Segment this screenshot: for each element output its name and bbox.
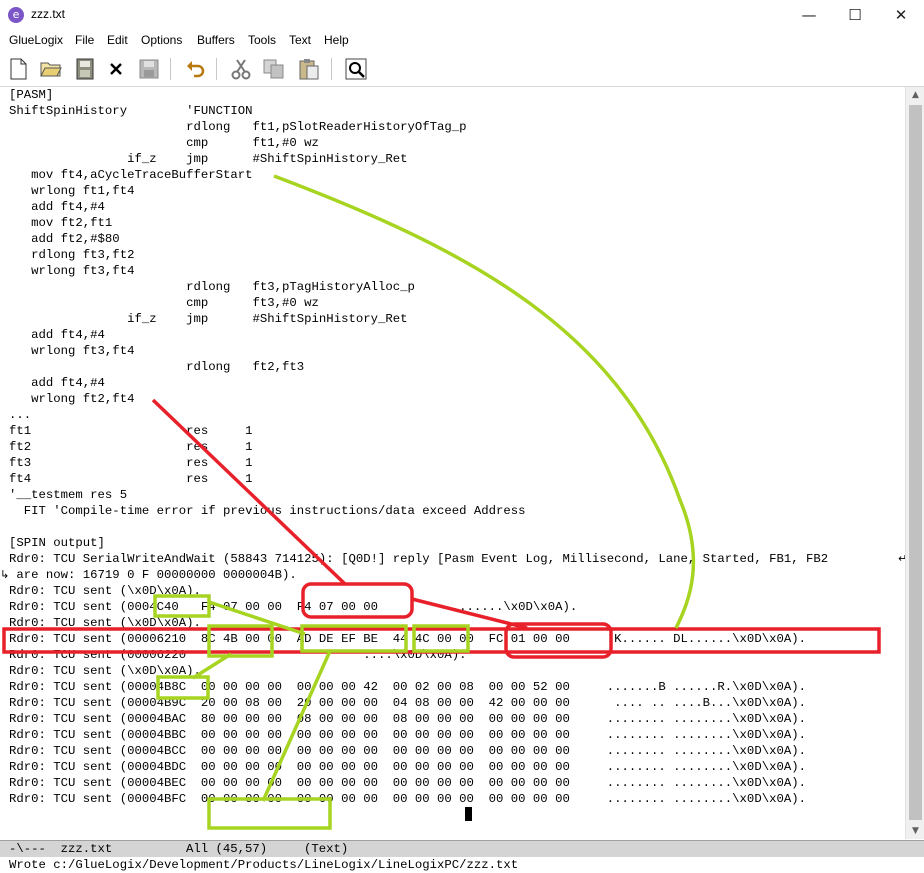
menu-edit[interactable]: Edit [107,33,128,47]
menu-tools[interactable]: Tools [248,33,276,47]
buffer-line: Rdr0: TCU sent (00004BFC 00 00 00 00 00 … [9,792,806,806]
buffer-line: rdlong ft2,ft3 [9,360,305,374]
buffer-line: mov ft4,aCycleTraceBufferStart [9,168,253,182]
buffer-line: are now: 16719 0 F 00000000 0000004B). [9,568,297,582]
paste-icon[interactable] [297,57,321,81]
buffer-line: wrlong ft3,ft4 [9,264,135,278]
buffer-status: -\--- zzz.txt [9,842,113,856]
buffer-line: if_z jmp #ShiftSpinHistory_Ret [9,152,408,166]
toolbar-separator [216,58,217,80]
buffer-line: [SPIN output] [9,536,105,550]
emacs-icon: e [8,7,24,23]
buffer-line: '__testmem res 5 [9,488,128,502]
buffer-line: wrlong ft1,ft4 [9,184,135,198]
buffer-line: ft3 res 1 [9,456,253,470]
buffer-line: Rdr0: TCU sent (00004B8C 00 00 00 00 00 … [9,680,806,694]
menu-text[interactable]: Text [289,33,311,47]
title-bar: e zzz.txt — ☐ ✕ [0,0,924,31]
window-title: zzz.txt [31,7,66,21]
buffer-line: add ft2,#$80 [9,232,120,246]
buffer-line: Rdr0: TCU sent (0004C40 F4 07 00 00 F4 0… [9,600,578,614]
scrollbar-thumb[interactable] [909,105,922,820]
buffer-line: Rdr0: TCU sent (00006210 8C 4B 00 00 AD … [9,632,806,646]
open-folder-icon[interactable] [39,57,63,81]
buffer-line: add ft4,#4 [9,200,105,214]
menu-gluelogix[interactable]: GlueLogix [9,33,63,47]
buffer-line: [PASM] [9,88,54,102]
buffer-line: ShiftSpinHistory 'FUNCTION [9,104,253,118]
menu-options[interactable]: Options [141,33,182,47]
menu-bar: GlueLogix File Edit Options Buffers Tool… [0,31,924,51]
buffer-line: Rdr0: TCU sent (00004BEC 00 00 00 00 00 … [9,776,806,790]
buffer-line: if_z jmp #ShiftSpinHistory_Ret [9,312,408,326]
buffer-line: Rdr0: TCU sent (00004BAC 80 00 00 00 08 … [9,712,806,726]
toolbar-separator [170,58,171,80]
buffer-line: ft4 res 1 [9,472,253,486]
buffer-line: FIT 'Compile-time error if previous inst… [9,504,526,518]
new-file-icon[interactable] [6,57,30,81]
buffer-line: Rdr0: TCU sent (00004BDC 00 00 00 00 00 … [9,760,806,774]
major-mode[interactable]: (Text) [304,841,348,857]
buffer-line: Rdr0: TCU sent (00004BCC 00 00 00 00 00 … [9,744,806,758]
buffer-line: wrlong ft3,ft4 [9,344,135,358]
buffer-line: Rdr0: TCU sent (00004B9C 20 00 08 00 20 … [9,696,806,710]
buffer-line: ... [9,408,32,422]
buffer-line: ft1 res 1 [9,424,253,438]
close-icon[interactable] [104,57,128,81]
cursor-position: All (45,57) [186,842,268,856]
buffer-line: Rdr0: TCU sent (\x0D\x0A). [9,616,201,630]
buffer-line: ft2 res 1 [9,440,253,454]
menu-buffers[interactable]: Buffers [197,33,235,47]
buffer-line: add ft4,#4 [9,328,105,342]
search-icon[interactable] [344,57,368,81]
toolbar [0,52,924,87]
buffer-line: Rdr0: TCU sent (00004BBC 00 00 00 00 00 … [9,728,806,742]
menu-file[interactable]: File [75,33,94,47]
scroll-up-icon[interactable]: ▲ [906,87,924,103]
copy-icon[interactable] [262,57,286,81]
scroll-down-icon[interactable]: ▼ [906,823,924,839]
buffer-line: rdlong ft3,ft2 [9,248,135,262]
buffer-line: add ft4,#4 [9,376,105,390]
buffer-line: rdlong ft3,pTagHistoryAlloc_p [9,280,415,294]
minimize-button[interactable]: — [786,0,832,31]
buffer-line: rdlong ft1,pSlotReaderHistoryOfTag_p [9,120,467,134]
text-cursor [465,807,472,823]
menu-help[interactable]: Help [324,33,349,47]
undo-icon[interactable] [183,57,207,81]
buffer-line: cmp ft3,#0 wz [9,296,319,310]
buffer-line: cmp ft1,#0 wz [9,136,319,150]
buffer-line: Rdr0: TCU sent (\x0D\x0A). [9,664,201,678]
buffer-line: Rdr0: TCU sent (00006220 ....\x0D\x0A). [9,648,467,662]
buffer-line: mov ft2,ft1 [9,216,113,230]
maximize-button[interactable]: ☐ [832,0,878,31]
buffer-line: Rdr0: TCU SerialWriteAndWait (58843 7141… [9,552,829,566]
buffer-line: wrlong ft2,ft4 [9,392,135,406]
buffer-line: Rdr0: TCU sent (\x0D\x0A). [9,584,201,598]
toolbar-separator [331,58,332,80]
cut-icon[interactable] [229,57,253,81]
editor-buffer[interactable]: [PASM] ShiftSpinHistory 'FUNCTION rdlong… [0,87,905,839]
save-icon[interactable] [73,57,97,81]
close-window-button[interactable]: ✕ [878,0,924,31]
mode-line: -\--- zzz.txt All (45,57) (Text) [0,840,924,857]
line-continuation-icon: ↳ [0,568,10,581]
vertical-scrollbar[interactable]: ▲ ▼ [905,87,924,839]
save-disk-icon[interactable] [137,57,161,81]
echo-area: Wrote c:/GlueLogix/Development/Products/… [9,858,519,872]
